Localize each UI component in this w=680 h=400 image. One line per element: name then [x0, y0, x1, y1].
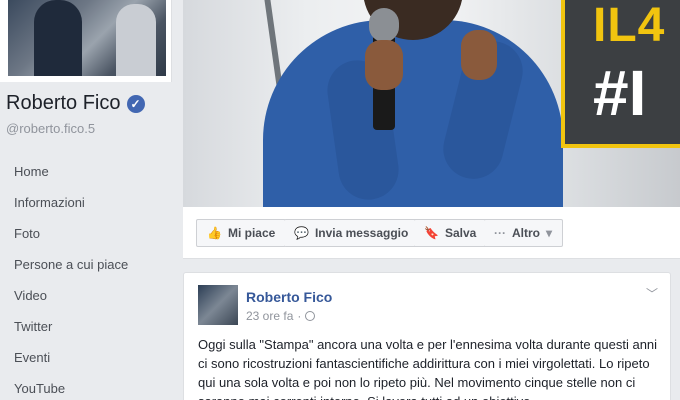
cover-figure-hand — [365, 40, 403, 90]
cover-banner: IL4 #I — [561, 0, 680, 148]
sidebar-item-informazioni[interactable]: Informazioni — [0, 187, 172, 218]
microphone-head — [369, 8, 399, 42]
page-name-row: Roberto Fico ✓ — [6, 92, 145, 115]
page-handle[interactable]: @roberto.fico.5 — [6, 121, 95, 136]
page-title[interactable]: Roberto Fico — [6, 92, 121, 115]
chevron-down-icon[interactable]: ﹀ — [646, 285, 658, 302]
sidebar-item-youtube[interactable]: YouTube — [0, 373, 172, 400]
send-message-button[interactable]: 💬 Invia messaggio — [284, 219, 420, 247]
post-timestamp[interactable]: 23 ore fa — [246, 309, 293, 323]
page-action-bar: 👍 Mi piace 💬 Invia messaggio 🔖 Salva ···… — [183, 207, 680, 259]
save-label: Salva — [444, 226, 477, 240]
message-label: Invia messaggio — [314, 226, 409, 240]
verified-badge-icon: ✓ — [126, 94, 145, 113]
bookmark-icon: 🔖 — [424, 226, 439, 240]
photo-figure — [116, 4, 156, 76]
separator-dot: · — [297, 309, 302, 323]
cover-figure — [263, 20, 563, 207]
more-button[interactable]: ··· Altro ▾ — [484, 219, 564, 247]
banner-text-line2: #I — [593, 57, 647, 129]
thumbs-up-icon: 👍 — [207, 226, 222, 240]
sidebar-item-foto[interactable]: Foto — [0, 218, 172, 249]
cover-figure-hand — [461, 30, 497, 80]
like-label: Mi piace — [227, 226, 276, 240]
like-button[interactable]: 👍 Mi piace — [196, 219, 287, 247]
post-body: Oggi sulla "Stampa" ancora una volta e p… — [198, 337, 658, 400]
save-button[interactable]: 🔖 Salva — [414, 219, 488, 247]
chevron-down-icon: ▾ — [546, 226, 553, 240]
photo-figure — [34, 0, 82, 76]
sidebar-nav: Home Informazioni Foto Persone a cui pia… — [0, 156, 172, 400]
post-author-link[interactable]: Roberto Fico — [246, 289, 332, 305]
globe-icon[interactable] — [305, 311, 316, 321]
avatar[interactable] — [198, 285, 238, 325]
profile-picture[interactable] — [0, 0, 172, 82]
cover-photo[interactable]: IL4 #I — [183, 0, 680, 207]
more-dots-icon: ··· — [494, 226, 506, 240]
sidebar-item-persone[interactable]: Persone a cui piace — [0, 249, 172, 280]
sidebar-item-eventi[interactable]: Eventi — [0, 342, 172, 373]
profile-photo — [8, 0, 166, 76]
post-meta: 23 ore fa · — [246, 309, 316, 323]
messenger-icon: 💬 — [294, 226, 309, 240]
more-label: Altro — [512, 226, 540, 240]
sidebar-item-twitter[interactable]: Twitter — [0, 311, 172, 342]
post-card: Roberto Fico 23 ore fa · ﹀ Oggi sulla "S… — [183, 272, 671, 400]
banner-text-line1: IL4 — [593, 0, 666, 52]
sidebar-item-home[interactable]: Home — [0, 156, 172, 187]
sidebar-item-video[interactable]: Video — [0, 280, 172, 311]
